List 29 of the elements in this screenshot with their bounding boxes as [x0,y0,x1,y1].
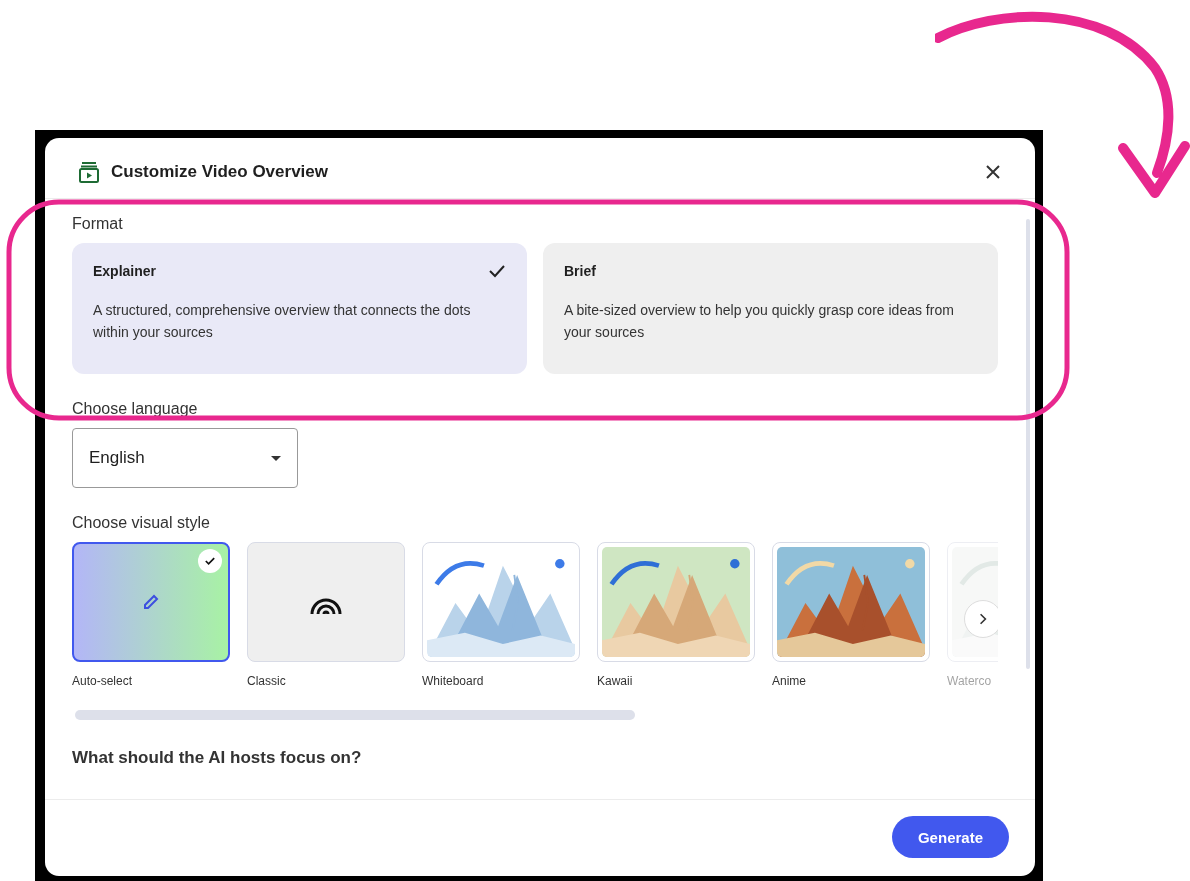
scrollbar-thumb[interactable] [75,710,635,720]
style-name: Auto-select [72,674,134,688]
dropdown-caret-icon [271,455,281,461]
option-description: A structured, comprehensive overview that connects the dots within your sources [93,301,472,342]
close-icon [985,164,1001,180]
language-dropdown[interactable]: English [72,428,298,488]
section-label: Choose visual style [72,514,210,532]
video-icon [77,160,101,184]
format-option[interactable]: Explainer A structured, comprehensive overview that connects the dots within your sources [72,243,527,374]
option-title: Brief [564,263,596,279]
option-title: Explainer [93,263,157,279]
section-label: Choose language [72,400,198,418]
style-name: Classic [247,674,287,688]
scrollbar[interactable] [1026,219,1030,669]
chevron-right-icon [979,613,987,625]
section-label: Format [72,215,123,233]
selected-check-icon [198,549,222,573]
pencil-icon [141,592,161,612]
style-name: Anime [772,674,807,688]
style-name: Kawaii [597,674,634,688]
option-description: A bite-sized overview to help you quickly grasp core ideas from your sources [564,301,955,342]
next-button[interactable] [964,600,998,638]
style-thumbnail[interactable] [72,542,230,662]
dialog-title: Customize Video Overview [111,162,329,182]
format-option[interactable]: Brief A bite-sized overview to help you quickly grasp core ideas from your sources [543,243,998,374]
generate-button[interactable]: Generate [891,816,1009,858]
style-name: Whiteboard [422,674,485,688]
style-name: Waterco [947,674,993,688]
section-label: What should the AI hosts focus on? [72,748,362,768]
